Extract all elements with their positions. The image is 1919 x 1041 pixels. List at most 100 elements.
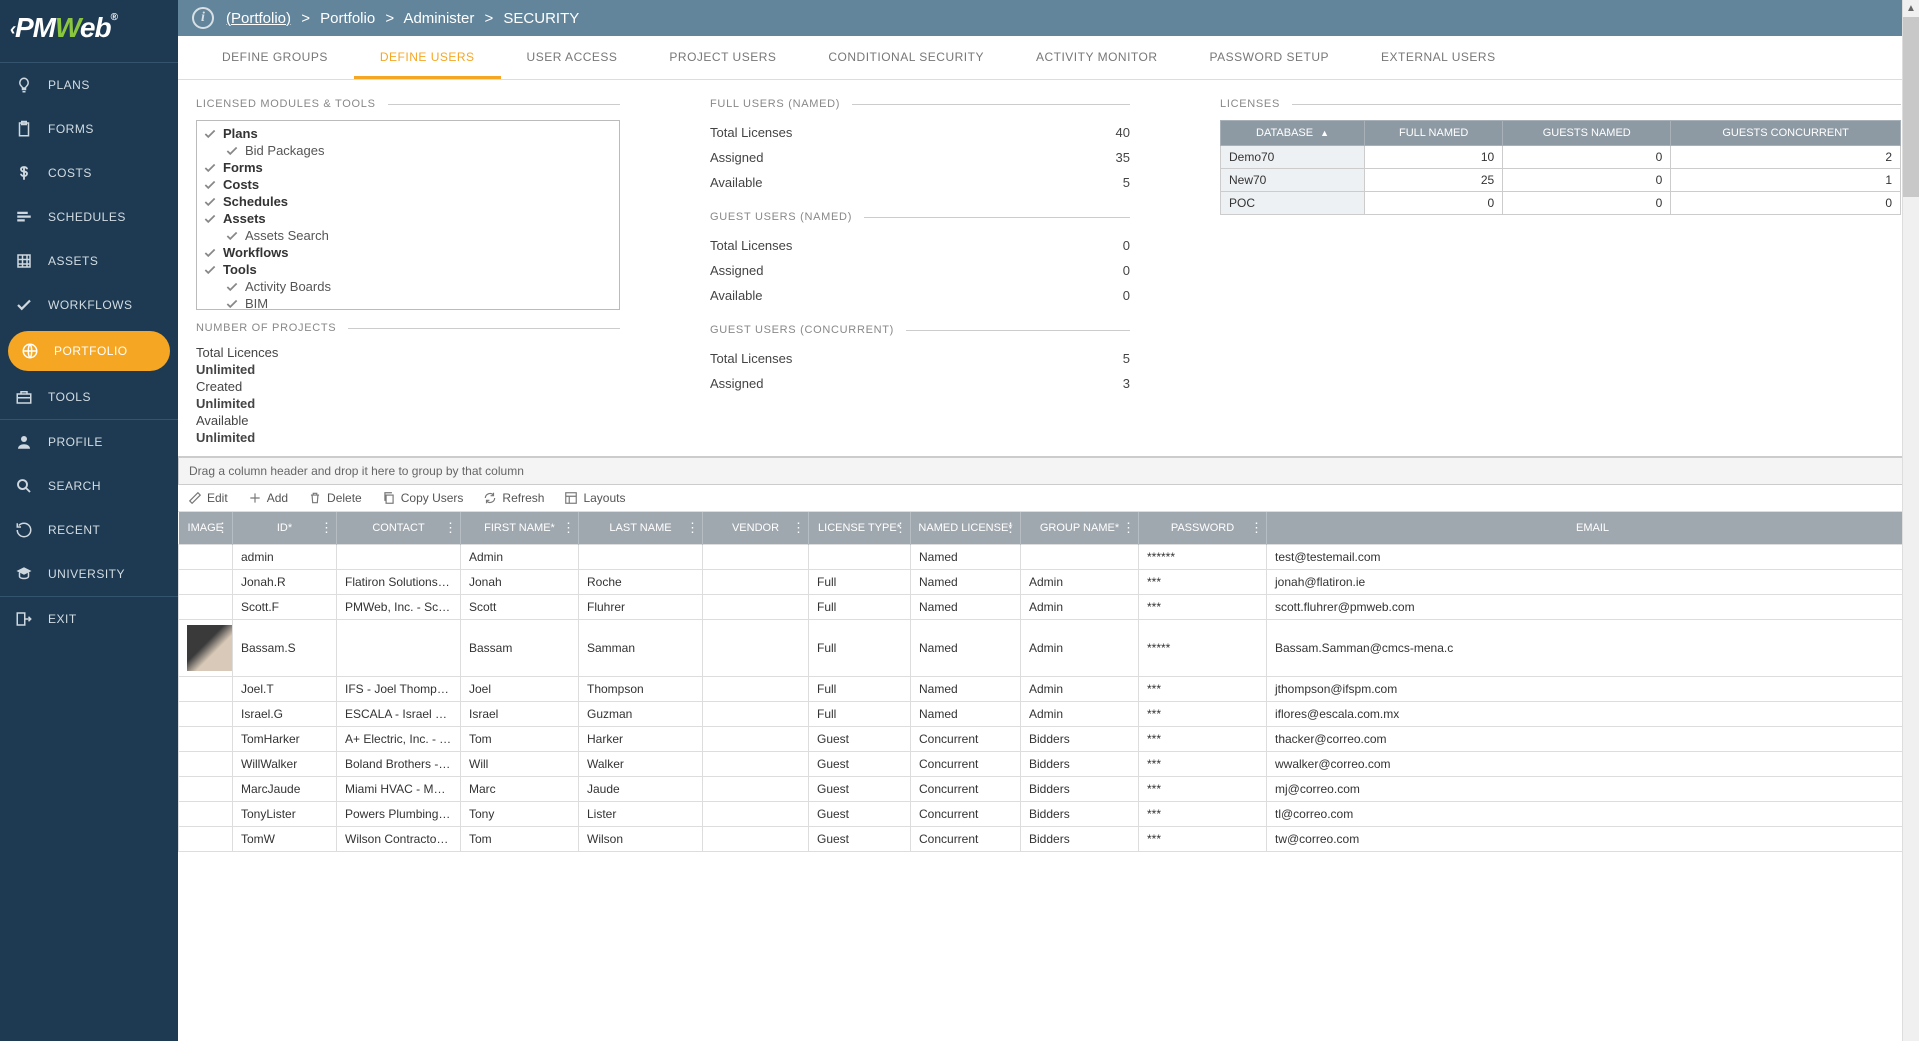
breadcrumb-part[interactable]: Portfolio bbox=[320, 10, 375, 27]
sidebar-item-profile[interactable]: PROFILE bbox=[0, 420, 178, 464]
tab-user-access[interactable]: USER ACCESS bbox=[501, 36, 644, 79]
sidebar-item-forms[interactable]: FORMS bbox=[0, 107, 178, 151]
column-menu-icon[interactable]: ⋮ bbox=[320, 520, 332, 536]
column-menu-icon[interactable]: ⋮ bbox=[894, 520, 906, 536]
grid-header[interactable]: GROUP NAME*⋮ bbox=[1021, 512, 1139, 545]
check-icon bbox=[14, 295, 34, 315]
column-menu-icon[interactable]: ⋮ bbox=[562, 520, 574, 536]
grid-header[interactable]: EMAIL⋮ bbox=[1267, 512, 1919, 545]
sidebar-item-costs[interactable]: COSTS bbox=[0, 151, 178, 195]
licenses-title: LICENSES bbox=[1220, 98, 1901, 110]
table-row[interactable]: Bassam.SBassamSammanFullNamedAdmin*****B… bbox=[179, 620, 1919, 677]
lic-header[interactable]: DATABASE ▲ bbox=[1221, 121, 1365, 146]
module-item[interactable]: BIM bbox=[203, 295, 613, 310]
table-row[interactable]: WillWalkerBoland Brothers - WillWillWalk… bbox=[179, 752, 1919, 777]
copy-users-button[interactable]: Copy Users bbox=[382, 491, 464, 505]
sidebar-item-recent[interactable]: RECENT bbox=[0, 508, 178, 552]
edit-button[interactable]: Edit bbox=[188, 491, 228, 505]
column-menu-icon[interactable]: ⋮ bbox=[686, 520, 698, 536]
module-item[interactable]: Schedules bbox=[203, 193, 613, 210]
module-listbox[interactable]: PlansBid PackagesFormsCostsSchedulesAsse… bbox=[196, 120, 620, 310]
table-row[interactable]: Jonah.RFlatiron Solutions - JoJonahRoche… bbox=[179, 570, 1919, 595]
sidebar-item-label: SEARCH bbox=[48, 479, 101, 493]
table-row[interactable]: TonyListerPowers Plumbing, Inc.TonyListe… bbox=[179, 802, 1919, 827]
module-item[interactable]: Bid Packages bbox=[203, 142, 613, 159]
layouts-button[interactable]: Layouts bbox=[564, 491, 625, 505]
tab-external-users[interactable]: EXTERNAL USERS bbox=[1355, 36, 1522, 79]
tab-activity-monitor[interactable]: ACTIVITY MONITOR bbox=[1010, 36, 1184, 79]
check-icon bbox=[203, 246, 217, 260]
sidebar-item-assets[interactable]: ASSETS bbox=[0, 239, 178, 283]
delete-button[interactable]: Delete bbox=[308, 491, 362, 505]
check-icon bbox=[203, 195, 217, 209]
grid-header[interactable]: ID*⋮ bbox=[233, 512, 337, 545]
grid-header[interactable]: LICENSE TYPE*⋮ bbox=[809, 512, 911, 545]
column-menu-icon[interactable]: ⋮ bbox=[1250, 520, 1262, 536]
table-row[interactable]: MarcJaudeMiami HVAC - Marc JaMarcJaudeGu… bbox=[179, 777, 1919, 802]
sidebar-item-portfolio[interactable]: PORTFOLIO bbox=[8, 331, 170, 371]
tab-conditional-security[interactable]: CONDITIONAL SECURITY bbox=[802, 36, 1010, 79]
module-item[interactable]: Plans bbox=[203, 125, 613, 142]
lic-header[interactable]: GUESTS NAMED bbox=[1503, 121, 1671, 146]
users-grid[interactable]: IMAGE⋮ID*⋮CONTACT⋮FIRST NAME*⋮LAST NAME⋮… bbox=[178, 512, 1919, 1041]
module-item[interactable]: Tools bbox=[203, 261, 613, 278]
module-label: Assets Search bbox=[245, 228, 329, 243]
lic-row[interactable]: Demo701002 bbox=[1221, 146, 1901, 169]
lic-row[interactable]: New702501 bbox=[1221, 169, 1901, 192]
column-menu-icon[interactable]: ⋮ bbox=[1122, 520, 1134, 536]
breadcrumb-root[interactable]: (Portfolio) bbox=[226, 10, 291, 27]
module-item[interactable]: Assets Search bbox=[203, 227, 613, 244]
column-menu-icon[interactable]: ⋮ bbox=[1004, 520, 1016, 536]
info-icon[interactable]: i bbox=[192, 7, 214, 29]
refresh-button[interactable]: Refresh bbox=[483, 491, 544, 505]
grid-icon bbox=[14, 251, 34, 271]
lic-header[interactable]: FULL NAMED bbox=[1365, 121, 1503, 146]
module-item[interactable]: Activity Boards bbox=[203, 278, 613, 295]
module-label: Workflows bbox=[223, 245, 289, 260]
scroll-up-icon[interactable]: ▲ bbox=[1903, 0, 1919, 17]
module-item[interactable]: Forms bbox=[203, 159, 613, 176]
logo: ‹PMWeb® bbox=[0, 0, 178, 62]
breadcrumb-part[interactable]: Administer bbox=[403, 10, 474, 27]
add-button[interactable]: Add bbox=[248, 491, 288, 505]
sidebar-item-exit[interactable]: EXIT bbox=[0, 597, 178, 641]
tab-define-groups[interactable]: DEFINE GROUPS bbox=[196, 36, 354, 79]
module-label: Assets bbox=[223, 211, 266, 226]
sidebar-item-tools[interactable]: TOOLS bbox=[0, 375, 178, 419]
column-menu-icon[interactable]: ⋮ bbox=[216, 520, 228, 536]
table-row[interactable]: Joel.TIFS - Joel ThompsonJoelThompsonFul… bbox=[179, 677, 1919, 702]
page-scrollbar[interactable]: ▲ bbox=[1902, 0, 1919, 1041]
sidebar-item-search[interactable]: SEARCH bbox=[0, 464, 178, 508]
module-item[interactable]: Assets bbox=[203, 210, 613, 227]
grid-header[interactable]: FIRST NAME*⋮ bbox=[461, 512, 579, 545]
table-row[interactable]: Israel.GESCALA - Israel GuzmaIsraelGuzma… bbox=[179, 702, 1919, 727]
sidebar-item-university[interactable]: UNIVERSITY bbox=[0, 552, 178, 596]
tab-project-users[interactable]: PROJECT USERS bbox=[643, 36, 802, 79]
sidebar-item-schedules[interactable]: SCHEDULES bbox=[0, 195, 178, 239]
tab-password-setup[interactable]: PASSWORD SETUP bbox=[1184, 36, 1355, 79]
module-item[interactable]: Costs bbox=[203, 176, 613, 193]
grid-header[interactable]: PASSWORD⋮ bbox=[1139, 512, 1267, 545]
stat-row: Total Licenses0 bbox=[710, 233, 1130, 258]
lic-row[interactable]: POC000 bbox=[1221, 192, 1901, 215]
table-row[interactable]: adminAdminNamed******test@testemail.com bbox=[179, 545, 1919, 570]
grid-header[interactable]: VENDOR⋮ bbox=[703, 512, 809, 545]
group-by-bar[interactable]: Drag a column header and drop it here to… bbox=[178, 457, 1919, 485]
dollar-icon bbox=[14, 163, 34, 183]
column-menu-icon[interactable]: ⋮ bbox=[792, 520, 804, 536]
column-menu-icon[interactable]: ⋮ bbox=[444, 520, 456, 536]
grid-header[interactable]: LAST NAME⋮ bbox=[579, 512, 703, 545]
project-stat: Unlimited bbox=[196, 429, 620, 446]
lic-header[interactable]: GUESTS CONCURRENT bbox=[1671, 121, 1901, 146]
table-row[interactable]: Scott.FPMWeb, Inc. - Scott FlScottFluhre… bbox=[179, 595, 1919, 620]
module-label: Tools bbox=[223, 262, 257, 277]
sidebar-item-workflows[interactable]: WORKFLOWS bbox=[0, 283, 178, 327]
table-row[interactable]: TomWWilson Contractors - TTomWilsonGuest… bbox=[179, 827, 1919, 852]
grid-header[interactable]: IMAGE⋮ bbox=[179, 512, 233, 545]
table-row[interactable]: TomHarkerA+ Electric, Inc. - TomTomHarke… bbox=[179, 727, 1919, 752]
tab-define-users[interactable]: DEFINE USERS bbox=[354, 36, 501, 79]
grid-header[interactable]: NAMED LICENSE*⋮ bbox=[911, 512, 1021, 545]
module-item[interactable]: Workflows bbox=[203, 244, 613, 261]
grid-header[interactable]: CONTACT⋮ bbox=[337, 512, 461, 545]
sidebar-item-plans[interactable]: PLANS bbox=[0, 63, 178, 107]
